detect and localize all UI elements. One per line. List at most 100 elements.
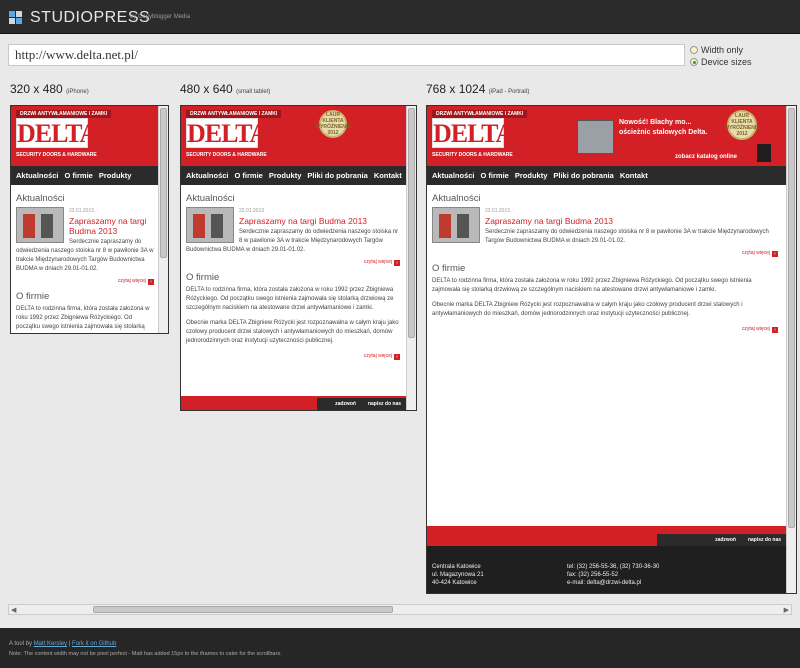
footer-link-write[interactable]: napisz do nas bbox=[368, 401, 401, 407]
device-size: 480 x 640 bbox=[180, 82, 233, 96]
read-more-link[interactable]: czytaj więcej › bbox=[16, 277, 154, 286]
radio-device-sizes[interactable] bbox=[690, 58, 698, 66]
footer-links: zadzwoń napisz do nas bbox=[317, 398, 407, 410]
radio-width-only[interactable] bbox=[690, 46, 698, 54]
footer-link-call[interactable]: zadzwoń bbox=[335, 401, 356, 407]
device-label-ipad: 768 x 1024 (iPad - Portrait) bbox=[426, 82, 529, 96]
post-title[interactable]: Zapraszamy na targi Budma 2013 bbox=[432, 216, 778, 226]
site-security-label: SECURITY DOORS & HARDWARE bbox=[432, 152, 513, 158]
site-content: Aktualności 22.01.2013 Zapraszamy na tar… bbox=[432, 194, 778, 334]
read-more-label: czytaj więcej bbox=[117, 278, 146, 284]
contact-street: ul. Magazynowa 21 bbox=[432, 572, 484, 578]
author-link[interactable]: Matt Kersley bbox=[34, 641, 67, 647]
nav-item-produkty[interactable]: Produkty bbox=[269, 171, 302, 180]
site-content: Aktualności 22.01.2013 Zapraszamy na tar… bbox=[16, 194, 154, 333]
news-post: 22.01.2013 Zapraszamy na targi Budma 201… bbox=[16, 207, 154, 286]
credits: A tool by Matt Kersley | Fork it on Gith… bbox=[9, 641, 116, 647]
contact-office: Centrala Katowice bbox=[432, 564, 481, 570]
contact-fax: fax: (32) 256-55-52 bbox=[567, 572, 619, 578]
post-thumbnail[interactable] bbox=[432, 207, 480, 243]
read-more-label: czytaj więcej bbox=[741, 250, 770, 256]
post-thumbnail[interactable] bbox=[16, 207, 64, 243]
arrow-right-icon: › bbox=[772, 250, 778, 257]
read-more-link[interactable]: czytaj więcej › bbox=[432, 249, 778, 258]
site-header: DRZWI ANTYWŁAMANIOWE I ZAMKI DELTA SECUR… bbox=[181, 106, 407, 166]
horizontal-scrollbar[interactable]: ◀ ▶ bbox=[8, 604, 792, 615]
iphone-frame[interactable]: DRZWI ANTYWŁAMANIOWE I ZAMKI DELTA SECUR… bbox=[10, 105, 169, 334]
nav-item-pliki[interactable]: Pliki do pobrania bbox=[553, 171, 613, 180]
nav-item-aktualnosci[interactable]: Aktualności bbox=[432, 171, 475, 180]
device-size: 320 x 480 bbox=[10, 82, 63, 96]
arrow-right-icon: › bbox=[394, 259, 400, 266]
read-more-link[interactable]: czytaj więcej › bbox=[432, 325, 778, 334]
post-thumbnail[interactable] bbox=[186, 207, 234, 243]
nav-item-aktualnosci[interactable]: Aktualności bbox=[186, 171, 229, 180]
delta-logo[interactable]: DELTA bbox=[432, 118, 514, 148]
site-content: Aktualności 22.01.2013 Zapraszamy na tar… bbox=[186, 194, 400, 361]
nav-item-produkty[interactable]: Produkty bbox=[515, 171, 548, 180]
device-name: (iPhone) bbox=[66, 89, 89, 95]
promo-text[interactable]: Nowość! Blachy mo... ościeżnic stalowych… bbox=[619, 118, 709, 138]
award-medal-icon: LAUR KLIENTA WYRÓŻNIENIE 2012 bbox=[724, 110, 760, 140]
bottom-bar bbox=[0, 628, 800, 668]
contact-phones: tel: (32) 256-55-36, (32) 730-36-30 fax:… bbox=[567, 563, 659, 587]
site-security-label: SECURITY DOORS & HARDWARE bbox=[186, 152, 267, 158]
small-tablet-frame[interactable]: DRZWI ANTYWŁAMANIOWE I ZAMKI DELTA SECUR… bbox=[180, 105, 417, 411]
site-nav: Aktualności O firmie Produkty Pliki do p… bbox=[181, 166, 407, 185]
contact-email[interactable]: e-mail: delta@drzwi-delta.pl bbox=[567, 579, 659, 587]
section-heading-news: Aktualności bbox=[432, 193, 481, 204]
nav-item-kontakt[interactable]: Kontakt bbox=[374, 171, 402, 180]
nav-item-aktualnosci[interactable]: Aktualności bbox=[16, 171, 59, 180]
option-width-only[interactable]: Width only bbox=[690, 45, 743, 55]
vertical-scrollbar[interactable] bbox=[406, 106, 416, 410]
nav-item-pliki[interactable]: Pliki do pobrania bbox=[307, 171, 367, 180]
site-strip: DRZWI ANTYWŁAMANIOWE I ZAMKI bbox=[186, 110, 282, 118]
site-security-label: SECURITY DOORS & HARDWARE bbox=[16, 152, 97, 158]
scrollbar-thumb[interactable] bbox=[93, 606, 393, 613]
scroll-left-icon[interactable]: ◀ bbox=[11, 606, 16, 614]
footer-link-write[interactable]: napisz do nas bbox=[748, 537, 781, 543]
url-bar[interactable] bbox=[8, 44, 685, 66]
vertical-scrollbar[interactable] bbox=[158, 106, 168, 333]
section-heading-news: Aktualności bbox=[186, 193, 235, 204]
read-more-label: czytaj więcej bbox=[363, 353, 392, 359]
about-text: DELTA to rodzinna firma, która została z… bbox=[16, 306, 150, 330]
option-width-only-label: Width only bbox=[701, 45, 744, 55]
site-strip: DRZWI ANTYWŁAMANIOWE I ZAMKI bbox=[432, 110, 528, 118]
nav-item-kontakt[interactable]: Kontakt bbox=[620, 171, 648, 180]
device-size: 768 x 1024 bbox=[426, 82, 486, 96]
about-text-2: Obecnie marka DELTA Zbigniew Różycki jes… bbox=[186, 320, 399, 344]
device-name: (iPad - Portrait) bbox=[488, 89, 530, 95]
read-more-link[interactable]: czytaj więcej › bbox=[186, 352, 400, 361]
url-input[interactable] bbox=[9, 45, 684, 65]
github-fork-link[interactable]: Fork it on Github bbox=[72, 641, 116, 647]
studiopress-logo-icon bbox=[9, 11, 23, 25]
delta-logo[interactable]: DELTA bbox=[16, 118, 98, 148]
about-text-1: DELTA to rodzinna firma, która została z… bbox=[432, 278, 752, 293]
catalog-link[interactable]: zobacz katalog online bbox=[675, 154, 737, 160]
option-device-sizes-label: Device sizes bbox=[701, 57, 752, 67]
nav-item-o-firmie[interactable]: O firmie bbox=[481, 171, 509, 180]
brand-byline: by Copyblogger Media bbox=[130, 14, 191, 20]
site-footer-contact: Centrala Katowice ul. Magazynowa 21 40-4… bbox=[427, 546, 787, 593]
ipad-frame[interactable]: DRZWI ANTYWŁAMANIOWE I ZAMKI DELTA SECUR… bbox=[426, 105, 797, 594]
arrow-right-icon: › bbox=[394, 353, 400, 360]
scroll-right-icon[interactable]: ▶ bbox=[784, 606, 789, 614]
nav-item-o-firmie[interactable]: O firmie bbox=[65, 171, 93, 180]
credits-note: Note: The content width may not be pixel… bbox=[9, 651, 282, 657]
device-name: (small tablet) bbox=[236, 89, 271, 95]
nav-item-o-firmie[interactable]: O firmie bbox=[235, 171, 263, 180]
vertical-scrollbar[interactable] bbox=[786, 106, 796, 593]
nav-item-produkty[interactable]: Produkty bbox=[99, 171, 132, 180]
footer-link-call[interactable]: zadzwoń bbox=[715, 537, 736, 543]
read-more-label: czytaj więcej bbox=[363, 259, 392, 265]
delta-logo[interactable]: DELTA bbox=[186, 118, 268, 148]
device-label-iphone: 320 x 480 (iPhone) bbox=[10, 82, 89, 96]
contact-city: 40-424 Katowice bbox=[432, 580, 477, 586]
read-more-link[interactable]: czytaj więcej › bbox=[186, 258, 400, 267]
footer-links: zadzwoń napisz do nas bbox=[657, 534, 787, 546]
option-device-sizes[interactable]: Device sizes bbox=[690, 57, 752, 67]
credits-prefix: A tool by bbox=[9, 641, 33, 647]
site-nav: Aktualności O firmie Produkty Pliki do p… bbox=[427, 166, 787, 185]
top-bar: STUDIOPRESS by Copyblogger Media bbox=[0, 0, 800, 34]
